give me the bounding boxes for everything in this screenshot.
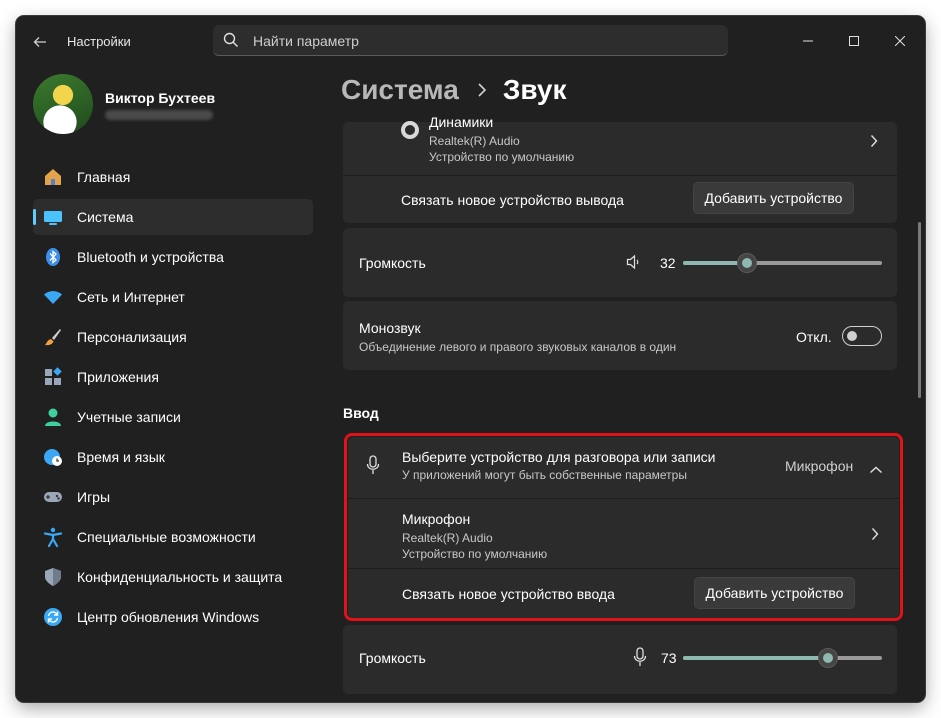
sidebar-item-label: Конфиденциальность и защита [77, 569, 283, 585]
update-icon [43, 607, 63, 627]
maximize-icon [849, 36, 859, 46]
shield-icon [43, 567, 63, 587]
minimize-button[interactable] [785, 24, 831, 58]
mono-toggle[interactable] [842, 326, 882, 346]
search-placeholder: Найти параметр [253, 33, 359, 49]
sidebar-item-network[interactable]: Сеть и Интернет [33, 279, 313, 315]
settings-window: Настройки Найти параметр Виктор Бухтеев … [16, 16, 925, 702]
sidebar-item-gaming[interactable]: Игры [33, 479, 313, 515]
user-email-redacted [105, 110, 213, 120]
back-arrow-icon [33, 37, 46, 47]
mono-description: Объединение левого и правого звуковых ка… [359, 340, 677, 354]
output-device-name: Динамики [429, 114, 494, 130]
maximize-button[interactable] [831, 24, 877, 58]
sidebar-item-accessibility[interactable]: Специальные возможности [33, 519, 313, 555]
sidebar-item-system[interactable]: Система [33, 199, 313, 235]
sidebar-item-apps[interactable]: Приложения [33, 359, 313, 395]
divider [343, 175, 897, 176]
back-button[interactable] [28, 30, 52, 54]
output-device-row[interactable]: Динамики Realtek(R) Audio Устройство по … [343, 114, 897, 174]
mono-state-label: Откл. [796, 329, 832, 345]
sidebar-item-label: Учетные записи [77, 409, 181, 425]
close-button[interactable] [877, 24, 923, 58]
home-icon [43, 167, 63, 187]
sidebar-item-privacy[interactable]: Конфиденциальность и защита [33, 559, 313, 595]
output-device-status: Устройство по умолчанию [429, 150, 575, 164]
page-title: Звук [502, 74, 567, 105]
sidebar-item-label: Главная [77, 169, 131, 185]
avatar[interactable] [33, 74, 93, 134]
gamepad-icon [43, 487, 63, 507]
mono-title: Монозвук [359, 320, 421, 336]
person-icon [43, 407, 63, 427]
output-volume-slider[interactable] [683, 253, 882, 273]
user-name: Виктор Бухтеев [105, 90, 216, 106]
input-volume-value: 73 [661, 650, 677, 666]
output-volume-slider-thumb[interactable] [736, 253, 757, 273]
apps-icon [43, 367, 63, 387]
sidebar-item-label: Центр обновления Windows [77, 609, 260, 625]
sidebar-item-home[interactable]: Главная [33, 159, 313, 195]
globe-clock-icon [43, 447, 63, 467]
input-volume-slider-thumb[interactable] [818, 648, 839, 668]
output-device-card: Динамики Realtek(R) Audio Устройство по … [343, 114, 897, 223]
display-icon [43, 207, 63, 227]
pair-output-label: Связать новое устройство вывода [401, 192, 624, 208]
wifi-icon [43, 287, 63, 307]
sidebar-item-label: Игры [77, 489, 111, 505]
radio-selected-icon [401, 121, 419, 139]
sidebar-item-label: Время и язык [77, 449, 165, 465]
output-volume-value: 32 [660, 255, 676, 271]
chevron-right-icon [477, 82, 487, 98]
input-volume-slider-fill [683, 656, 829, 660]
input-volume-label: Громкость [359, 650, 426, 666]
sidebar-item-label: Сеть и Интернет [77, 289, 185, 305]
input-section-title: Ввод [343, 405, 379, 421]
sidebar-item-label: Персонализация [77, 329, 187, 345]
sidebar-item-label: Система [77, 209, 134, 225]
sidebar-item-accounts[interactable]: Учетные записи [33, 399, 313, 435]
microphone-icon[interactable] [633, 647, 647, 672]
close-icon [895, 36, 905, 46]
sidebar-item-windows-update[interactable]: Центр обновления Windows [33, 599, 313, 635]
app-title: Настройки [67, 34, 131, 49]
sidebar-item-personalization[interactable]: Персонализация [33, 319, 313, 355]
breadcrumb: Система Звук [341, 74, 567, 106]
add-output-device-button[interactable]: Добавить устройство [693, 182, 854, 214]
sidebar-item-time-language[interactable]: Время и язык [33, 439, 313, 475]
sidebar-item-label: Приложения [77, 369, 159, 385]
title-bar: Настройки Найти параметр [16, 16, 925, 68]
sidebar-nav: Главная Система Bluetooth и устройства С… [33, 159, 313, 639]
input-volume-slider[interactable] [683, 648, 882, 668]
output-volume-label: Громкость [359, 255, 426, 271]
breadcrumb-parent[interactable]: Система [341, 74, 459, 106]
sidebar-item-label: Bluetooth и устройства [77, 249, 224, 265]
chevron-right-icon [870, 134, 878, 153]
accessibility-icon [43, 527, 63, 547]
minimize-icon [803, 40, 813, 42]
output-volume-card: Громкость 32 [343, 228, 897, 297]
sidebar-item-label: Специальные возможности [77, 529, 256, 545]
mono-audio-card: Монозвук Объединение левого и правого зв… [343, 301, 897, 370]
speaker-icon[interactable] [626, 254, 642, 275]
output-device-driver: Realtek(R) Audio [429, 134, 520, 148]
search-icon [223, 32, 239, 53]
content-scrollbar[interactable] [918, 222, 921, 398]
search-input[interactable]: Найти параметр [213, 25, 728, 56]
brush-icon [43, 327, 63, 347]
sidebar-item-bluetooth[interactable]: Bluetooth и устройства [33, 239, 313, 275]
red-highlight-frame [344, 433, 903, 621]
input-volume-card: Громкость 73 [343, 625, 897, 694]
bluetooth-icon [43, 247, 63, 267]
